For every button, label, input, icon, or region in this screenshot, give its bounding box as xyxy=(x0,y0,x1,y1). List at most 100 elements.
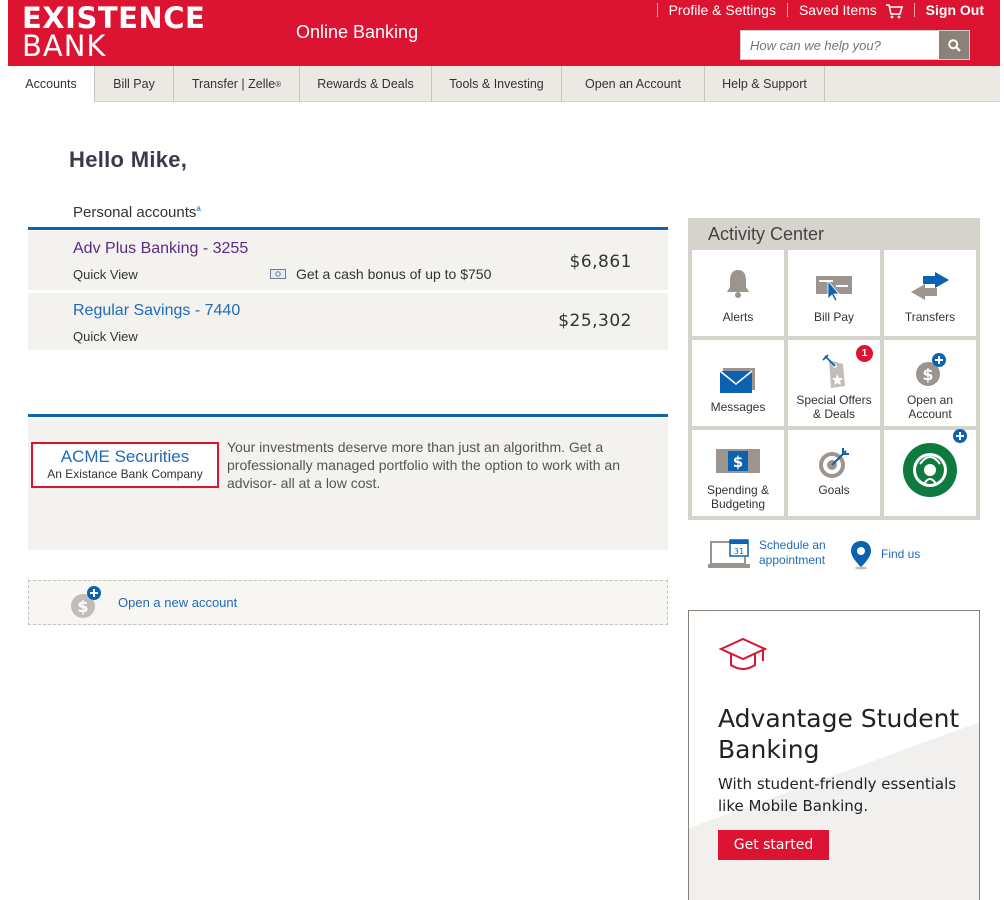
ad-title-line2: Banking xyxy=(718,735,820,764)
divider xyxy=(913,3,915,18)
tile-label: & Deals xyxy=(812,407,856,421)
ad-title-line1: Advantage Student xyxy=(718,704,960,733)
account-balance: $6,861 xyxy=(569,252,632,272)
envelope-icon xyxy=(692,366,784,394)
svg-text:$: $ xyxy=(733,453,743,471)
tile-label: Special Offers xyxy=(796,393,872,407)
tab-transfer-zelle[interactable]: Transfer | Zelle ® xyxy=(174,66,300,102)
ad-title: Advantage Student Banking xyxy=(718,703,959,765)
securities-promo: ACME Securities An Existance Bank Compan… xyxy=(28,418,668,550)
tab-bill-pay[interactable]: Bill Pay xyxy=(95,66,174,102)
personal-accounts-heading: Personal accountsa xyxy=(73,204,201,221)
tile-label: Alerts xyxy=(722,310,754,324)
student-banking-ad: Advantage Student Banking With student-f… xyxy=(688,610,980,900)
account-name-link[interactable]: Adv Plus Banking - 3255 xyxy=(73,240,248,258)
notification-badge: 1 xyxy=(856,345,873,362)
search-input[interactable] xyxy=(741,31,939,59)
open-new-account[interactable]: $ Open a new account xyxy=(28,580,668,625)
svg-text:$: $ xyxy=(77,597,88,616)
cash-bonus-promo[interactable]: Get a cash bonus of up to $750 xyxy=(270,266,491,282)
activity-center-title: Activity Center xyxy=(708,224,825,244)
tile-label: Account xyxy=(908,407,952,421)
find-us-link[interactable]: Find us xyxy=(881,547,920,562)
divider xyxy=(28,227,668,230)
tab-tools-investing[interactable]: Tools & Investing xyxy=(432,66,562,102)
accounts-heading-label: Personal accounts xyxy=(73,204,197,221)
transfer-arrows-icon xyxy=(884,272,976,300)
logo-line2: BANK xyxy=(22,29,107,63)
tab-help-support[interactable]: Help & Support xyxy=(705,66,825,102)
divider xyxy=(28,414,668,417)
divider xyxy=(786,3,788,18)
tile-spending-budgeting[interactable]: $ Spending & Budgeting xyxy=(692,430,784,516)
tab-accounts[interactable]: Accounts xyxy=(8,66,95,102)
securities-subtitle: An Existance Bank Company xyxy=(47,467,203,481)
tile-open-account[interactable]: $ Open an Account xyxy=(884,340,976,426)
calendar-day: 31 xyxy=(734,547,744,556)
tile-alerts[interactable]: Alerts xyxy=(692,250,784,336)
ad-subtitle: With student-friendly essentials like Mo… xyxy=(718,773,956,817)
account-row: Regular Savings - 7440 Quick View $25,30… xyxy=(28,293,668,350)
tab-open-account[interactable]: Open an Account xyxy=(562,66,705,102)
tile-label: Transfers xyxy=(904,310,956,324)
tab-rewards-deals[interactable]: Rewards & Deals xyxy=(300,66,432,102)
sign-out-link[interactable]: Sign Out xyxy=(926,2,984,18)
tile-bill-pay[interactable]: Bill Pay xyxy=(788,250,880,336)
securities-description: Your investments deserve more than just … xyxy=(227,439,620,491)
acme-securities-logo[interactable]: ACME Securities An Existance Bank Compan… xyxy=(31,442,219,488)
ad-subtitle-line1: With student-friendly essentials xyxy=(718,775,957,793)
target-icon xyxy=(788,446,880,480)
cart-icon xyxy=(885,3,903,19)
tile-label: Bill Pay xyxy=(813,310,854,324)
add-account-icon: $ xyxy=(71,586,101,618)
tile-label: Spending & xyxy=(706,483,770,497)
schedule-line1: Schedule an xyxy=(759,538,826,552)
saved-items-label: Saved Items xyxy=(798,2,877,18)
tile-label: Messages xyxy=(710,400,766,414)
bill-pay-icon xyxy=(788,273,880,301)
open-new-account-label: Open a new account xyxy=(118,595,238,610)
cash-icon xyxy=(270,269,286,279)
saved-items-link[interactable]: Saved Items xyxy=(799,2,903,19)
tab-transfer-label: Transfer | Zelle xyxy=(191,77,276,91)
dollar-bill-icon: $ xyxy=(692,448,784,474)
account-row: Adv Plus Banking - 3255 Quick View Get a… xyxy=(28,231,668,290)
registered-mark: ® xyxy=(275,79,282,89)
section-title: Online Banking xyxy=(296,22,419,42)
tile-goals[interactable]: Goals xyxy=(788,430,880,516)
profile-settings-link[interactable]: Profile & Settings xyxy=(669,2,776,18)
tile-special-offers[interactable]: 1 Special Offers & Deals xyxy=(788,340,880,426)
top-links: Profile & Settings Saved Items Sign Out xyxy=(646,2,984,19)
tile-messages[interactable]: Messages xyxy=(692,340,784,426)
search-button[interactable] xyxy=(939,31,969,59)
schedule-line2: appointment xyxy=(759,553,826,567)
graduation-cap-icon xyxy=(719,637,767,670)
tile-label: Budgeting xyxy=(710,497,766,511)
add-icon xyxy=(953,429,967,443)
greeting: Hello Mike, xyxy=(69,147,188,172)
footnote-marker[interactable]: a xyxy=(196,204,200,213)
main-nav: Accounts Bill Pay Transfer | Zelle ® Rewa… xyxy=(8,66,1000,102)
logo-line1: EXISTENCE xyxy=(22,1,206,35)
schedule-appointment-link[interactable]: Schedule an appointment xyxy=(759,538,826,568)
search-box xyxy=(740,30,970,60)
bank-logo[interactable]: EXISTENCE BANK xyxy=(22,1,206,63)
tile-label: Goals xyxy=(818,483,850,497)
divider xyxy=(656,3,658,18)
tile-starbucks-offer[interactable] xyxy=(884,429,976,516)
tile-transfers[interactable]: Transfers xyxy=(884,250,976,336)
activity-center: Activity Center Alerts Bill Pay Transfer… xyxy=(688,218,980,520)
account-balance: $25,302 xyxy=(558,311,632,331)
tile-label: Open an xyxy=(906,393,954,407)
ad-subtitle-line2: like Mobile Banking. xyxy=(718,797,869,815)
location-pin-icon xyxy=(851,541,871,570)
quick-view-link[interactable]: Quick View xyxy=(73,267,138,282)
bell-icon xyxy=(692,267,784,299)
calendar-laptop-icon: 31 xyxy=(708,539,750,568)
starbucks-logo-icon xyxy=(884,442,976,498)
account-name-link[interactable]: Regular Savings - 7440 xyxy=(73,302,240,320)
get-started-button[interactable]: Get started xyxy=(718,830,829,860)
header: EXISTENCE BANK Online Banking Profile & … xyxy=(8,0,1000,66)
quick-view-link[interactable]: Quick View xyxy=(73,329,138,344)
promo-text: Get a cash bonus of up to $750 xyxy=(296,266,492,282)
